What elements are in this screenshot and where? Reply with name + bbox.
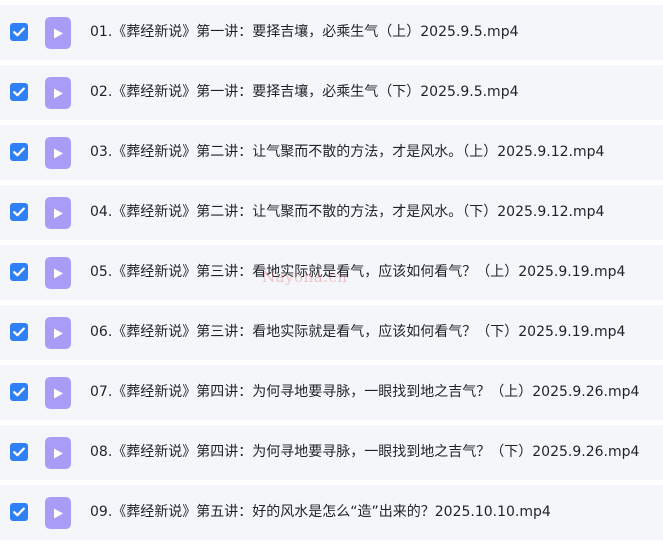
file-row[interactable]: 09.《葬经新说》第五讲：好的风水是怎么“造”出来的？2025.10.10.mp… bbox=[0, 485, 663, 540]
video-file-icon bbox=[45, 497, 71, 529]
checkbox[interactable] bbox=[10, 23, 28, 41]
file-name[interactable]: 03.《葬经新说》第二讲：让气聚而不散的方法，才是风水。（上）2025.9.12… bbox=[90, 125, 604, 180]
video-file-icon bbox=[45, 77, 71, 109]
checkmark-icon bbox=[13, 327, 25, 337]
file-name[interactable]: 07.《葬经新说》第四讲：为何寻地要寻脉，一眼找到地之吉气？（上）2025.9.… bbox=[90, 365, 639, 420]
checkbox[interactable] bbox=[10, 143, 28, 161]
video-file-icon bbox=[45, 437, 71, 469]
file-list: 01.《葬经新说》第一讲：要择吉壤，必乘生气（上）2025.9.5.mp4 02… bbox=[0, 0, 663, 544]
play-icon bbox=[54, 208, 63, 218]
file-row[interactable]: 07.《葬经新说》第四讲：为何寻地要寻脉，一眼找到地之吉气？（上）2025.9.… bbox=[0, 365, 663, 420]
file-name[interactable]: 02.《葬经新说》第一讲：要择吉壤，必乘生气（下）2025.9.5.mp4 bbox=[90, 65, 519, 120]
file-row[interactable]: 05.《葬经新说》第三讲：看地实际就是看气，应该如何看气？（上）2025.9.1… bbox=[0, 245, 663, 300]
checkmark-icon bbox=[13, 387, 25, 397]
file-name[interactable]: 09.《葬经新说》第五讲：好的风水是怎么“造”出来的？2025.10.10.mp… bbox=[90, 485, 551, 540]
checkmark-icon bbox=[13, 207, 25, 217]
checkbox[interactable] bbox=[10, 83, 28, 101]
checkbox[interactable] bbox=[10, 443, 28, 461]
file-row[interactable]: 04.《葬经新说》第二讲：让气聚而不散的方法，才是风水。（下）2025.9.12… bbox=[0, 185, 663, 240]
video-file-icon bbox=[45, 317, 71, 349]
checkmark-icon bbox=[13, 507, 25, 517]
file-name[interactable]: 04.《葬经新说》第二讲：让气聚而不散的方法，才是风水。（下）2025.9.12… bbox=[90, 185, 604, 240]
checkbox[interactable] bbox=[10, 203, 28, 221]
play-icon bbox=[54, 148, 63, 158]
checkmark-icon bbox=[13, 447, 25, 457]
checkbox[interactable] bbox=[10, 323, 28, 341]
video-file-icon bbox=[45, 17, 71, 49]
video-file-icon bbox=[45, 197, 71, 229]
file-name[interactable]: 08.《葬经新说》第四讲：为何寻地要寻脉，一眼找到地之吉气？（下）2025.9.… bbox=[90, 425, 639, 480]
file-name[interactable]: 05.《葬经新说》第三讲：看地实际就是看气，应该如何看气？（上）2025.9.1… bbox=[90, 245, 625, 300]
checkbox[interactable] bbox=[10, 383, 28, 401]
file-row[interactable]: 06.《葬经新说》第三讲：看地实际就是看气，应该如何看气？（下）2025.9.1… bbox=[0, 305, 663, 360]
checkmark-icon bbox=[13, 267, 25, 277]
video-file-icon bbox=[45, 137, 71, 169]
play-icon bbox=[54, 268, 63, 278]
file-name[interactable]: 01.《葬经新说》第一讲：要择吉壤，必乘生气（上）2025.9.5.mp4 bbox=[90, 5, 519, 60]
checkbox[interactable] bbox=[10, 263, 28, 281]
file-row[interactable]: 08.《葬经新说》第四讲：为何寻地要寻脉，一眼找到地之吉气？（下）2025.9.… bbox=[0, 425, 663, 480]
video-file-icon bbox=[45, 377, 71, 409]
checkmark-icon bbox=[13, 147, 25, 157]
play-icon bbox=[54, 28, 63, 38]
file-row[interactable]: 02.《葬经新说》第一讲：要择吉壤，必乘生气（下）2025.9.5.mp4 bbox=[0, 65, 663, 120]
file-name[interactable]: 06.《葬经新说》第三讲：看地实际就是看气，应该如何看气？（下）2025.9.1… bbox=[90, 305, 625, 360]
file-row[interactable]: 01.《葬经新说》第一讲：要择吉壤，必乘生气（上）2025.9.5.mp4 bbox=[0, 5, 663, 60]
play-icon bbox=[54, 448, 63, 458]
checkmark-icon bbox=[13, 27, 25, 37]
file-row[interactable]: 03.《葬经新说》第二讲：让气聚而不散的方法，才是风水。（上）2025.9.12… bbox=[0, 125, 663, 180]
play-icon bbox=[54, 328, 63, 338]
play-icon bbox=[54, 508, 63, 518]
play-icon bbox=[54, 88, 63, 98]
video-file-icon bbox=[45, 257, 71, 289]
checkmark-icon bbox=[13, 87, 25, 97]
checkbox[interactable] bbox=[10, 503, 28, 521]
play-icon bbox=[54, 388, 63, 398]
